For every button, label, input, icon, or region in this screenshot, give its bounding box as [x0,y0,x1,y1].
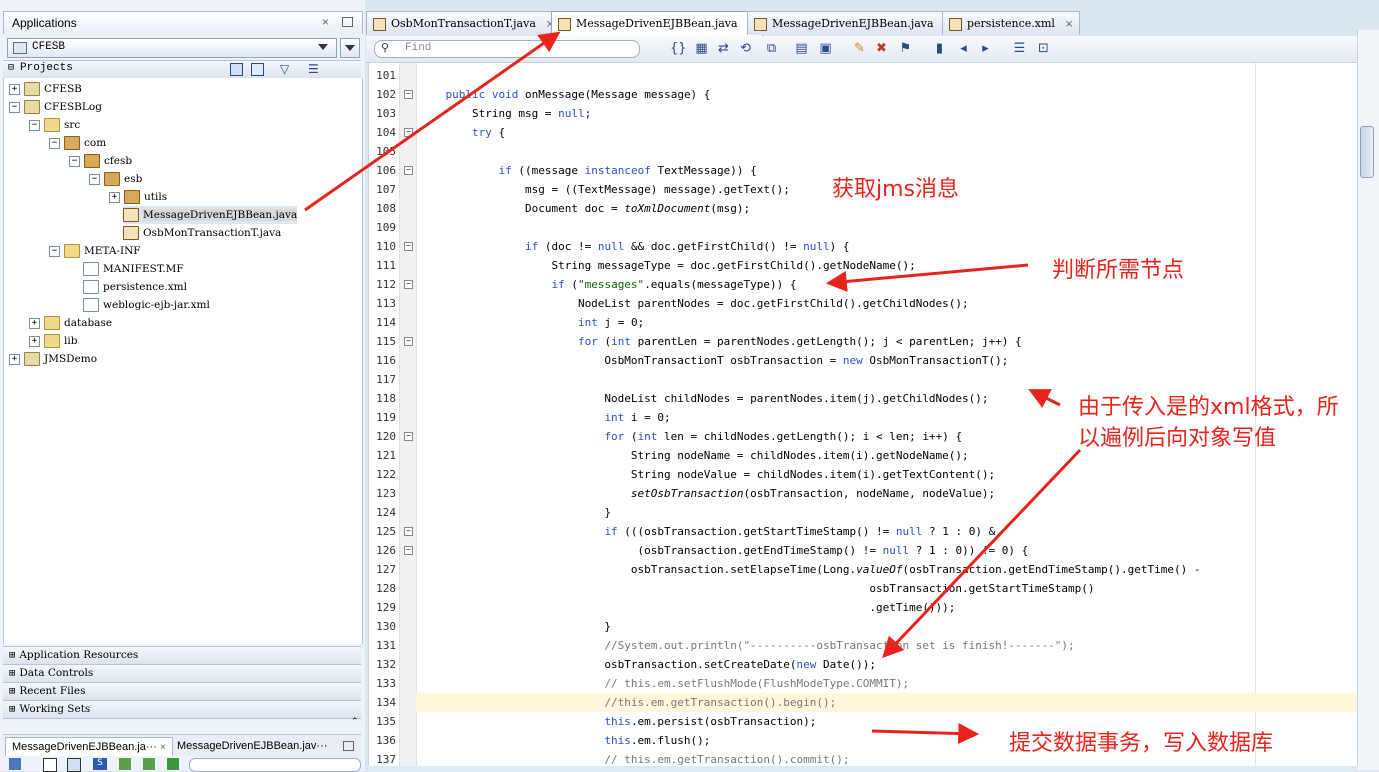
arrow-to-createdate [882,448,1082,659]
annotation-xml-line1: 由于传入是的xml格式，所 [1078,395,1339,420]
arrow-to-persist [871,723,980,745]
arrow-to-tab [304,31,561,212]
annotation-xml-line2: 以遍例后向对象写值 [1078,426,1277,451]
arrow-to-childnodes [1028,389,1061,408]
arrow-to-messages [825,263,1029,292]
annotation-check-node: 判断所需节点 [1052,258,1185,283]
annotation-arrows [304,31,1082,745]
annotation-get-jms-message: 获取jms消息 [832,177,960,202]
annotation-commit-transaction: 提交数据事务，写入数据库 [1009,731,1274,756]
